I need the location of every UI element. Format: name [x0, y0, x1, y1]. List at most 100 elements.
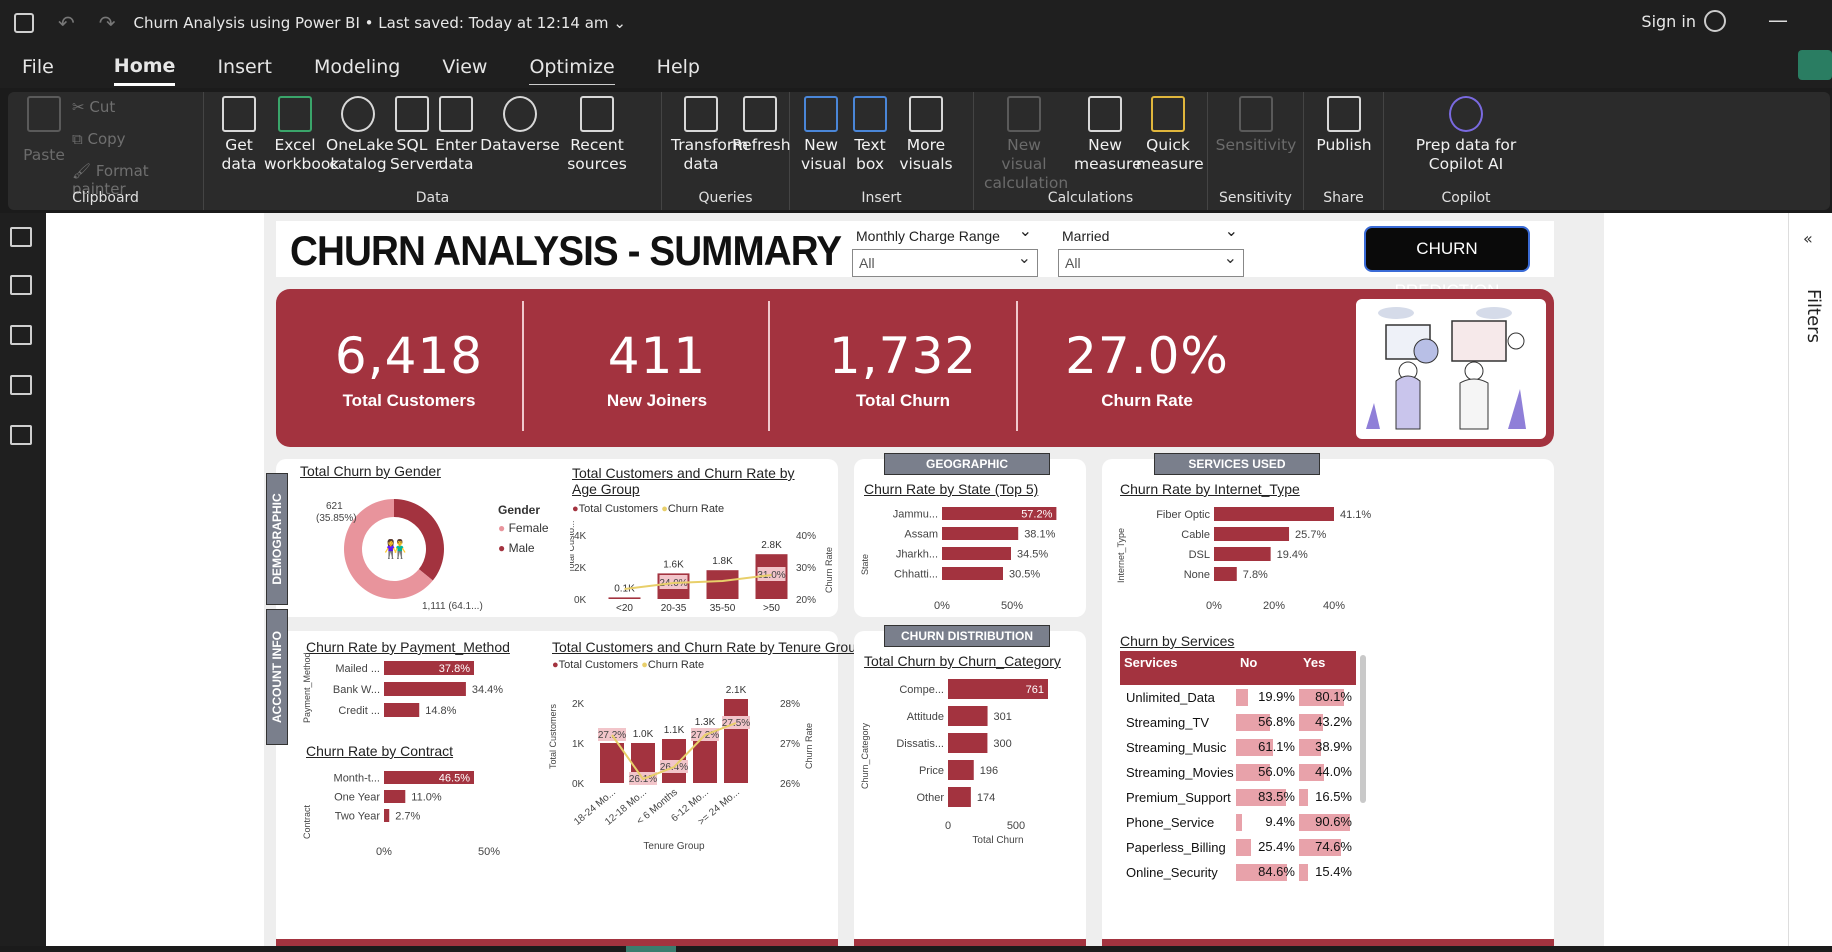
services-table-title: Churn by Services — [1120, 633, 1235, 649]
age-bar — [706, 570, 739, 599]
cut-button[interactable]: ✂ Cut — [72, 98, 115, 116]
slicer-dropdown[interactable]: All — [1058, 246, 1244, 277]
onelake-catalog-button[interactable]: OneLake catalog — [326, 96, 394, 174]
user-icon[interactable] — [1704, 10, 1726, 32]
services-used-tab: SERVICES USED — [1154, 453, 1320, 475]
x-tick: 0% — [934, 600, 950, 612]
bar-data-label: 196 — [980, 765, 998, 777]
y-axis-label: Internet_Type — [1116, 528, 1126, 583]
bar — [384, 703, 420, 717]
model-view-icon[interactable] — [10, 325, 32, 345]
bar-data-label: 2.8K — [761, 540, 782, 551]
enter-data-button[interactable]: Enter data — [434, 96, 478, 174]
gender-legend-title: Gender — [498, 503, 541, 517]
state-bar-chart[interactable]: Jammu... 57.2% Assam 38.1% Jharkh... 34.5% Chh… — [860, 497, 1080, 615]
save-icon[interactable] — [14, 13, 34, 33]
table-row[interactable]: Online_Security 84.6% 15.4% — [1120, 860, 1356, 885]
menu-file[interactable]: File — [22, 50, 54, 84]
table-row[interactable]: Streaming_Music 61.1% 38.9% — [1120, 735, 1356, 760]
yes-value: 38.9% — [1315, 739, 1352, 754]
payment-bar-chart[interactable]: Mailed ... 37.8% Bank W... 34.4% Credit ... 1… — [302, 653, 542, 733]
new-visual-button[interactable]: New visual — [796, 96, 846, 174]
recent-sources-button[interactable]: Recent sources — [560, 96, 634, 174]
dax-query-icon[interactable] — [10, 375, 32, 395]
copy-button[interactable]: ⧉ Copy — [72, 130, 126, 148]
minimize-icon[interactable]: — — [1768, 8, 1788, 32]
insert-group-label: Insert — [861, 190, 902, 206]
married-slicer[interactable]: Married All — [1058, 221, 1244, 277]
prep-data-copilot-button[interactable]: Prep data for Copilot AI — [1388, 96, 1544, 174]
filters-label[interactable]: Filters — [1803, 289, 1824, 343]
report-view-icon[interactable] — [10, 227, 32, 247]
sign-in-link[interactable]: Sign in — [1641, 12, 1696, 31]
category-label: Chhatti... — [894, 569, 938, 581]
kpi-churn-rate: 27.0% Churn Rate — [1065, 327, 1229, 410]
sql-server-button[interactable]: SQL Server — [390, 96, 441, 174]
people-illustration — [1356, 299, 1546, 439]
menu-modeling[interactable]: Modeling — [314, 50, 400, 84]
menu-help[interactable]: Help — [657, 50, 700, 84]
y-tick: 0K — [572, 779, 585, 790]
menu-home[interactable]: Home — [113, 49, 176, 86]
menu-optimize[interactable]: Optimize — [529, 50, 615, 85]
redo-icon[interactable]: ↷ — [99, 11, 116, 35]
more-visuals-button[interactable]: More visuals — [894, 96, 958, 174]
transform-data-button[interactable]: Transform data — [668, 96, 748, 174]
bar-data-label: 7.8% — [1243, 569, 1268, 581]
category-bar-chart[interactable]: Compe... 761 Attitude 301 Dissatis... 300 Pric… — [860, 669, 1080, 849]
y-axis-label: Contract — [302, 804, 312, 839]
refresh-icon — [743, 96, 777, 132]
table-row[interactable]: Streaming_Movies 56.0% 44.0% — [1120, 760, 1356, 785]
text-box-button[interactable]: Text box — [848, 96, 892, 174]
tmdl-view-icon[interactable] — [10, 425, 32, 445]
new-visual-calculation-button[interactable]: New visual calculation — [984, 96, 1068, 193]
category-label: One Year — [334, 792, 380, 804]
bar-data-label: 2.1K — [726, 685, 747, 696]
table-row[interactable]: Paperless_Billing 25.4% 74.6% — [1120, 835, 1356, 860]
col-services[interactable]: Services — [1120, 651, 1236, 685]
legend-male[interactable]: ● Male — [498, 541, 549, 555]
refresh-button[interactable]: Refresh — [732, 96, 791, 155]
y-tick: 2K — [572, 699, 585, 710]
age-combo-chart[interactable]: 0K2K4K20%30%40%Total Custo...Churn Rate0… — [570, 513, 838, 613]
y-axis-label: Total Customers — [548, 703, 558, 769]
quick-measure-button[interactable]: Quick measure — [1136, 96, 1204, 174]
dataverse-button[interactable]: Dataverse — [480, 96, 560, 155]
table-row[interactable]: Premium_Support 83.5% 16.5% — [1120, 785, 1356, 810]
y-axis-label: Payment_Method — [302, 653, 312, 723]
excel-workbook-button[interactable]: Excel workbook — [264, 96, 339, 174]
menu-insert[interactable]: Insert — [217, 50, 272, 84]
col-no[interactable]: No — [1236, 651, 1299, 685]
view-switcher — [0, 213, 46, 952]
monthly-charge-slicer[interactable]: Monthly Charge Range All — [852, 221, 1038, 277]
bar-data-label: 30.5% — [1009, 569, 1040, 581]
publish-button[interactable]: Publish — [1312, 96, 1376, 155]
table-row[interactable]: Phone_Service 9.4% 90.6% — [1120, 810, 1356, 835]
table-scrollbar[interactable] — [1360, 655, 1366, 803]
get-data-button[interactable]: Get data — [212, 96, 266, 174]
filters-pane-collapsed[interactable]: « Filters — [1788, 213, 1832, 946]
menu-view[interactable]: View — [442, 50, 487, 84]
sensitivity-button[interactable]: Sensitivity — [1214, 96, 1298, 155]
new-measure-button[interactable]: New measure — [1074, 96, 1142, 174]
tenure-combo-chart[interactable]: 0K 1K 2K 26% 27% 28% Total Customers Churn Rate… — [544, 673, 834, 853]
calculations-group-label: Calculations — [1047, 190, 1134, 206]
services-table[interactable]: Services No Yes Unlimited_Data 19.9% 80.1%… — [1120, 651, 1356, 885]
expand-icon[interactable]: « — [1803, 229, 1813, 248]
y-tick: 0K — [574, 595, 587, 606]
yes-cell: 16.5% — [1298, 785, 1356, 810]
undo-icon[interactable]: ↶ — [58, 11, 75, 35]
table-view-icon[interactable] — [10, 275, 32, 295]
churn-prediction-button[interactable]: CHURN PREDICTION — [1364, 226, 1530, 300]
paste-button[interactable]: Paste — [18, 96, 70, 165]
slicer-dropdown[interactable]: All — [852, 246, 1038, 277]
contract-bar-chart[interactable]: Month-t... 46.5% One Year 11.0% Two Year 2.7%… — [302, 759, 542, 859]
legend-female[interactable]: ● Female — [498, 521, 549, 535]
col-yes[interactable]: Yes — [1299, 651, 1356, 685]
internet-bar-chart[interactable]: Fiber Optic 41.1% Cable 25.7% DSL 19.4% None 7.… — [1116, 497, 1386, 615]
table-row[interactable]: Streaming_TV 56.8% 43.2% — [1120, 710, 1356, 735]
page-tab-indicator[interactable] — [626, 946, 676, 952]
share-icon[interactable] — [1798, 50, 1832, 80]
table-row[interactable]: Unlimited_Data 19.9% 80.1% — [1120, 685, 1356, 710]
bar-data-label: 174 — [977, 792, 995, 804]
